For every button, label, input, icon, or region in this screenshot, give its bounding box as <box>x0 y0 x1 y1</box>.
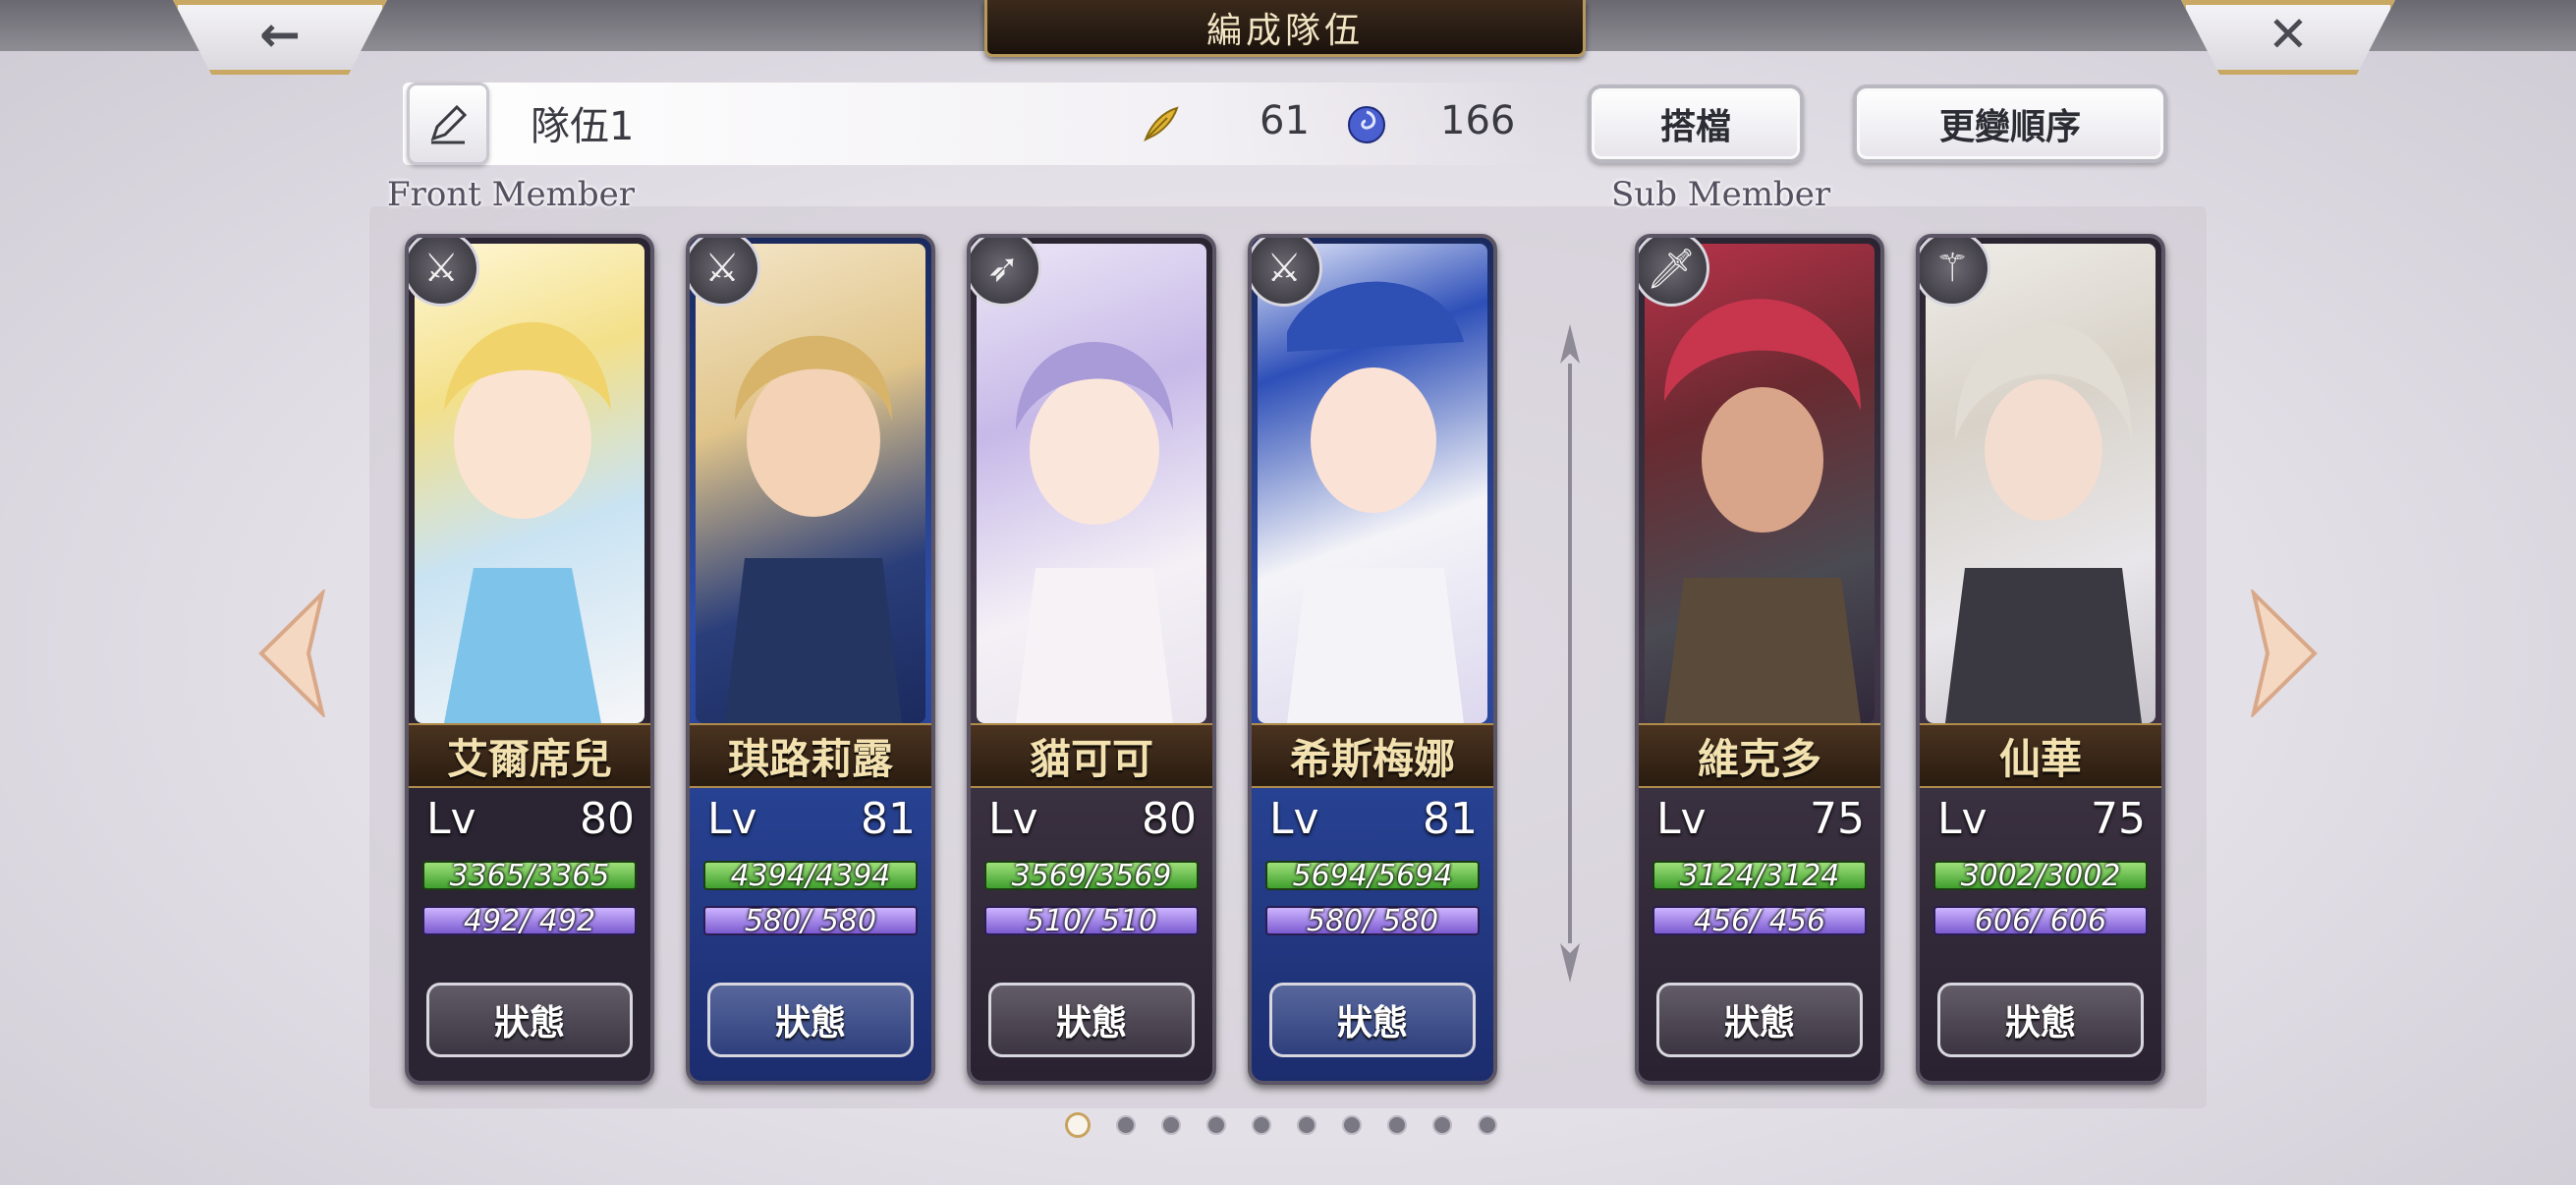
level-row: Lv 75 <box>1656 794 1865 844</box>
member-name: 維克多 <box>1639 723 1880 788</box>
level-value: 81 <box>1423 794 1478 844</box>
hp-bar: 3365/3365 <box>422 859 637 893</box>
member-name: 貓可可 <box>971 723 1212 788</box>
level-value: 80 <box>580 794 635 844</box>
level-value: 81 <box>861 794 916 844</box>
mp-bar: 580/ 580 <box>703 904 918 938</box>
member-name: 希斯梅娜 <box>1252 723 1493 788</box>
member-name: 艾爾席兒 <box>409 723 650 788</box>
prev-page-arrow[interactable] <box>257 590 326 717</box>
level-row: Lv 81 <box>707 794 916 844</box>
character-portrait <box>415 244 644 723</box>
level-label: Lv <box>426 794 476 844</box>
page-dot[interactable] <box>1065 1112 1091 1138</box>
member-card[interactable]: ⚚ 仙華 Lv 75 3002/3002 606/ 606 狀態 <box>1916 234 2165 1085</box>
member-card[interactable]: 🗡 維克多 Lv 75 3124/3124 456/ 456 狀態 <box>1635 234 1884 1085</box>
character-portrait <box>1926 244 2156 723</box>
back-button[interactable]: ← <box>173 0 387 75</box>
feather-icon <box>1144 106 1179 142</box>
hp-bar: 5694/5694 <box>1265 859 1480 893</box>
member-name: 琪路莉露 <box>690 723 931 788</box>
close-button[interactable]: ✕ <box>2181 0 2395 75</box>
feather-count: 61 <box>1260 98 1310 143</box>
status-button[interactable]: 狀態 <box>1269 983 1476 1057</box>
mp-bar: 580/ 580 <box>1265 904 1480 938</box>
page-dot[interactable] <box>1478 1115 1497 1135</box>
page-dot[interactable] <box>1161 1115 1181 1135</box>
level-label: Lv <box>1937 794 1988 844</box>
status-button[interactable]: 狀態 <box>707 983 914 1057</box>
member-card[interactable]: ⚔ 艾爾席兒 Lv 80 3365/3365 492/ 492 狀態 <box>405 234 654 1085</box>
level-row: Lv 75 <box>1937 794 2146 844</box>
back-arrow-icon: ← <box>259 6 301 63</box>
page-title: 編成隊伍 <box>984 0 1586 57</box>
level-label: Lv <box>1656 794 1707 844</box>
member-name: 仙華 <box>1920 723 2161 788</box>
level-row: Lv 80 <box>988 794 1197 844</box>
level-row: Lv 80 <box>426 794 635 844</box>
member-card[interactable]: ⚔ 希斯梅娜 Lv 81 5694/5694 580/ 580 狀態 <box>1248 234 1497 1085</box>
page-dot[interactable] <box>1342 1115 1362 1135</box>
status-button[interactable]: 狀態 <box>1937 983 2144 1057</box>
mp-bar: 456/ 456 <box>1652 904 1867 938</box>
status-button[interactable]: 狀態 <box>988 983 1195 1057</box>
hp-bar: 3124/3124 <box>1652 859 1867 893</box>
next-page-arrow[interactable] <box>2250 590 2319 717</box>
member-card[interactable]: ➶ 貓可可 Lv 80 3569/3569 510/ 510 狀態 <box>967 234 1216 1085</box>
page-dot[interactable] <box>1432 1115 1452 1135</box>
status-button[interactable]: 狀態 <box>1656 983 1863 1057</box>
mp-bar: 510/ 510 <box>984 904 1199 938</box>
page-dot[interactable] <box>1206 1115 1226 1135</box>
level-value: 75 <box>1810 794 1865 844</box>
front-sub-divider <box>1560 324 1580 983</box>
level-label: Lv <box>707 794 757 844</box>
page-dot[interactable] <box>1116 1115 1136 1135</box>
team-name: 隊伍1 <box>531 104 635 149</box>
partner-button[interactable]: 搭檔 <box>1588 85 1804 163</box>
orb-icon <box>1348 106 1385 143</box>
orb-count: 166 <box>1440 98 1516 143</box>
level-value: 75 <box>2091 794 2146 844</box>
page-indicator <box>1065 1112 1497 1138</box>
front-member-label: Front Member <box>387 175 635 214</box>
reorder-button[interactable]: 更變順序 <box>1853 85 2167 163</box>
level-label: Lv <box>988 794 1038 844</box>
level-value: 80 <box>1142 794 1197 844</box>
sub-member-label: Sub Member <box>1611 175 1831 214</box>
mp-bar: 492/ 492 <box>422 904 637 938</box>
level-row: Lv 81 <box>1269 794 1478 844</box>
page-dot[interactable] <box>1252 1115 1271 1135</box>
close-icon: ✕ <box>2268 6 2309 63</box>
hp-bar: 4394/4394 <box>703 859 918 893</box>
page-dot[interactable] <box>1387 1115 1407 1135</box>
character-portrait <box>696 244 925 723</box>
mp-bar: 606/ 606 <box>1933 904 2148 938</box>
edit-team-name-button[interactable] <box>407 83 489 165</box>
pen-icon <box>430 104 468 144</box>
character-portrait <box>1645 244 1875 723</box>
member-card[interactable]: ⚔ 琪路莉露 Lv 81 4394/4394 580/ 580 狀態 <box>686 234 935 1085</box>
character-portrait <box>977 244 1206 723</box>
hp-bar: 3002/3002 <box>1933 859 2148 893</box>
status-button[interactable]: 狀態 <box>426 983 633 1057</box>
hp-bar: 3569/3569 <box>984 859 1199 893</box>
page-dot[interactable] <box>1297 1115 1316 1135</box>
level-label: Lv <box>1269 794 1319 844</box>
character-portrait <box>1258 244 1487 723</box>
